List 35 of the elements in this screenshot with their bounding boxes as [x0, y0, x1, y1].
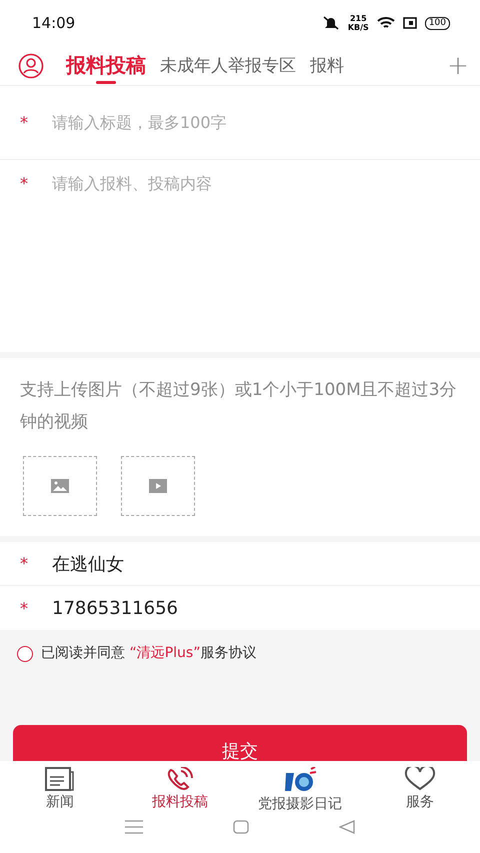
image-icon	[51, 479, 69, 493]
video-icon	[149, 479, 167, 493]
submit-button[interactable]: 提交	[13, 725, 467, 761]
home-icon[interactable]	[233, 820, 249, 834]
newspaper-icon	[45, 767, 75, 791]
add-image-button[interactable]	[23, 456, 97, 516]
agreement-link[interactable]: “清远Plus”	[129, 645, 200, 661]
agreement-text: 已阅读并同意 “清远Plus”服务协议	[41, 644, 256, 662]
network-speed: 215 KB/S	[348, 14, 369, 32]
tab[interactable]: 未成年人举报专区	[160, 46, 296, 86]
battery-level: 100	[424, 16, 450, 30]
status-time: 14:09	[32, 14, 76, 32]
mute-icon	[322, 16, 340, 30]
phone-input[interactable]: 17865311656	[52, 598, 460, 618]
required-mark: *	[20, 113, 29, 132]
nav-item[interactable]: 报料投稿	[120, 761, 240, 815]
name-input[interactable]: 在逃仙女	[52, 553, 460, 574]
nav-item[interactable]: 党报摄影日记	[240, 761, 360, 815]
add-video-button[interactable]	[121, 456, 195, 516]
required-mark: *	[20, 554, 29, 573]
tab[interactable]: 报料	[310, 46, 344, 86]
heart-icon	[404, 767, 436, 791]
required-mark: *	[20, 598, 29, 618]
phone-icon	[166, 767, 194, 791]
nav-item[interactable]: 新闻	[0, 761, 120, 815]
title-input[interactable]: 请输入标题，最多100字	[52, 113, 460, 132]
menu-icon[interactable]	[125, 820, 143, 834]
agree-radio[interactable]	[17, 646, 33, 662]
upload-hint: 支持上传图片（不超过9张）或1个小于100M且不超过3分钟的视频	[19, 379, 458, 434]
screen-icon	[402, 17, 417, 29]
back-icon[interactable]	[339, 820, 355, 834]
wifi-icon	[376, 16, 395, 30]
required-mark: *	[20, 174, 28, 193]
user-icon[interactable]	[18, 52, 44, 78]
nav-item[interactable]: 服务	[360, 761, 480, 815]
